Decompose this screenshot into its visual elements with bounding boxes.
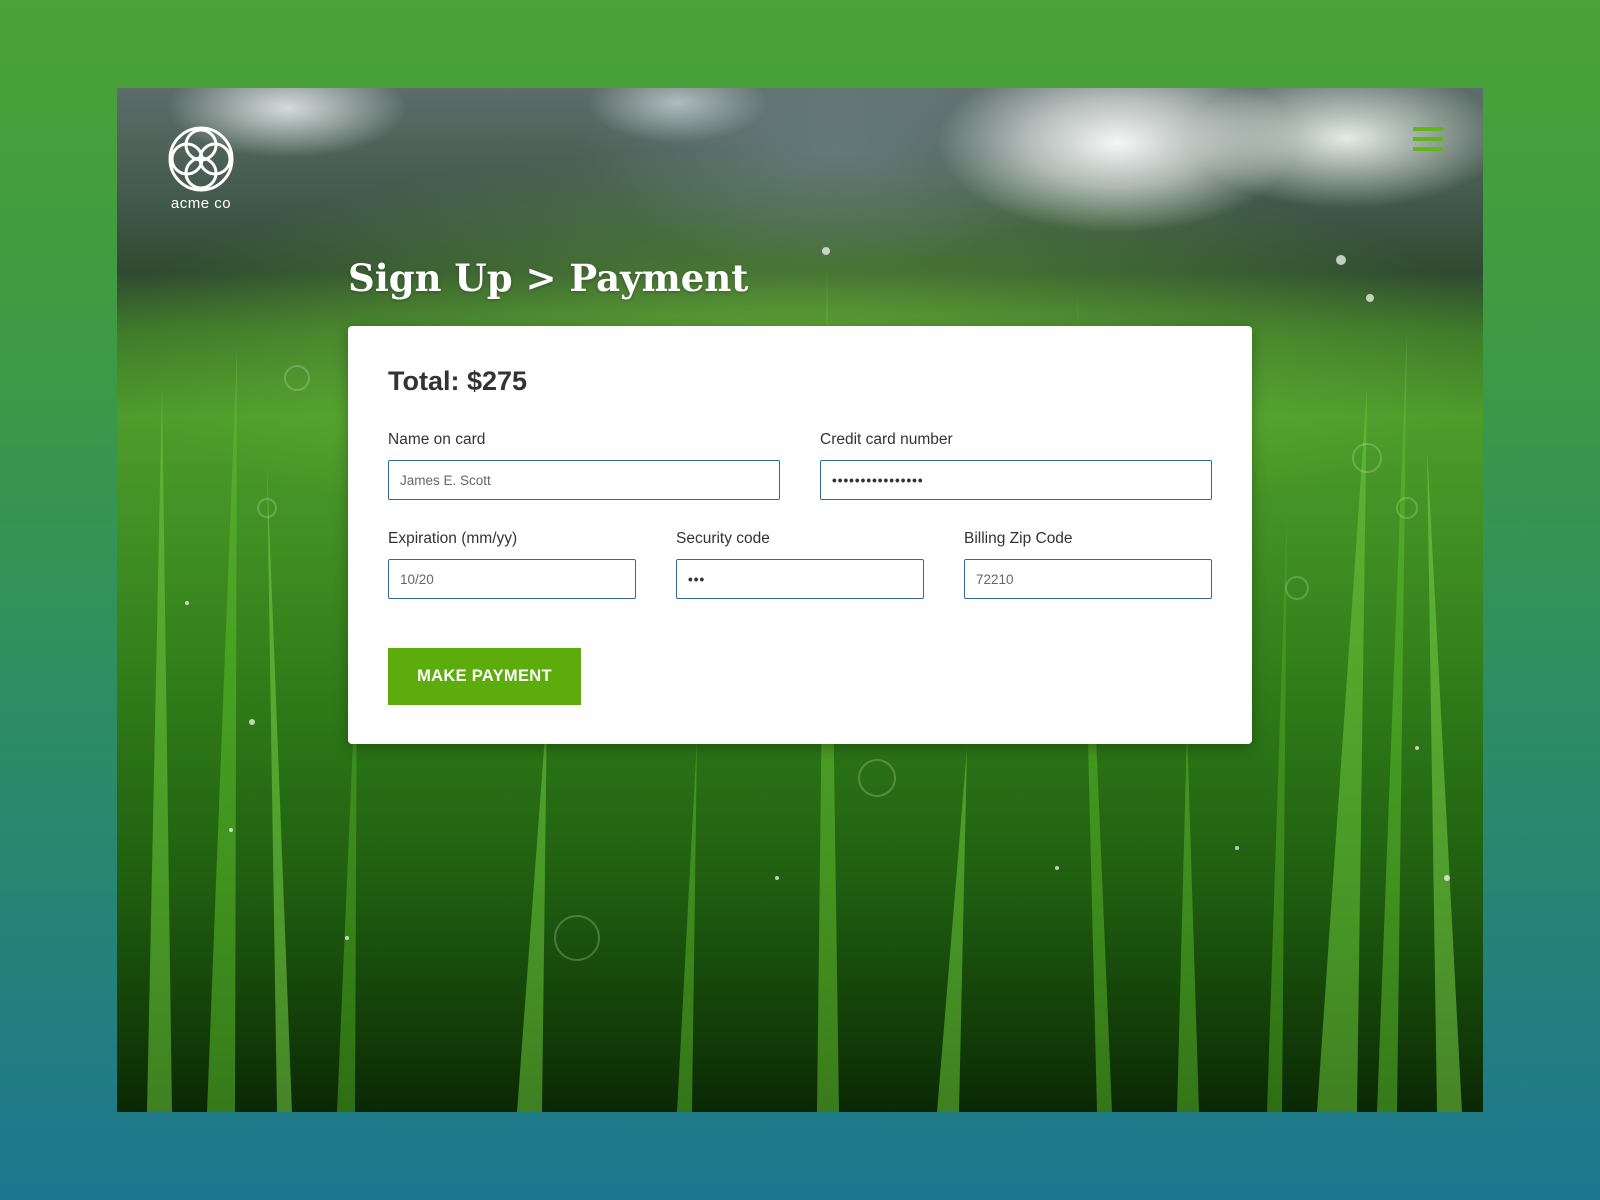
order-total: Total: $275 bbox=[388, 366, 528, 396]
security-code-input[interactable] bbox=[676, 559, 924, 599]
hamburger-menu-icon[interactable] bbox=[1413, 127, 1443, 153]
interlocking-circles-logo-icon bbox=[168, 126, 234, 192]
security-code-group: Security code bbox=[676, 528, 924, 599]
expiration-label: Expiration (mm/yy) bbox=[388, 530, 518, 547]
make-payment-button[interactable]: MAKE PAYMENT bbox=[388, 648, 581, 705]
billing-zip-input[interactable] bbox=[964, 559, 1212, 599]
hero-frame: acme co Sign Up > Payment Total: $275 Na… bbox=[117, 88, 1483, 1112]
expiration-group: Expiration (mm/yy) bbox=[388, 528, 636, 599]
menu-bar bbox=[1413, 127, 1443, 131]
page-background: { "brand": { "name": "acme co", "logo_ic… bbox=[0, 0, 1600, 1200]
name-on-card-group: Name on card bbox=[388, 429, 780, 500]
brand-name: acme co bbox=[170, 195, 232, 212]
page-title: Sign Up > Payment bbox=[348, 256, 749, 300]
menu-bar bbox=[1413, 147, 1443, 151]
brand-logo[interactable]: acme co bbox=[165, 125, 237, 212]
name-on-card-input[interactable] bbox=[388, 460, 780, 500]
payment-form-card: Total: $275 Name on card Credit card num… bbox=[348, 326, 1252, 744]
billing-zip-label: Billing Zip Code bbox=[964, 530, 1073, 547]
billing-zip-group: Billing Zip Code bbox=[964, 528, 1212, 599]
menu-bar bbox=[1413, 137, 1443, 141]
credit-card-number-label: Credit card number bbox=[820, 431, 953, 448]
expiration-input[interactable] bbox=[388, 559, 636, 599]
security-code-label: Security code bbox=[676, 530, 770, 547]
credit-card-number-group: Credit card number bbox=[820, 429, 1212, 500]
name-on-card-label: Name on card bbox=[388, 431, 486, 448]
credit-card-number-input[interactable] bbox=[820, 460, 1212, 500]
